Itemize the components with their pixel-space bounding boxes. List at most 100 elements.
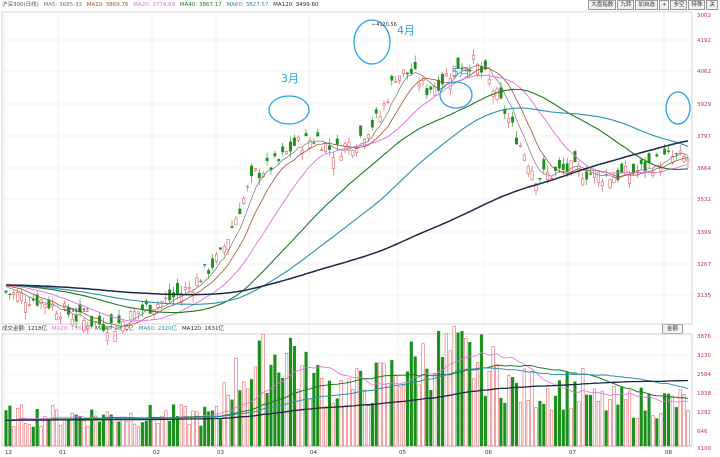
candle-body: [234, 218, 238, 226]
candle-body: [203, 264, 207, 266]
volume-bar: [327, 380, 332, 447]
volume-bar: [526, 400, 530, 447]
volume-bar: [592, 388, 597, 447]
time-tick-label: 06: [485, 450, 492, 456]
volume-bar: [238, 390, 242, 447]
volume-bar: [546, 388, 550, 447]
candle-body: [74, 315, 78, 322]
volume-bar: [659, 413, 663, 447]
annotations: 3月 4月 5月 ←4120.56 ←2935.83: [64, 19, 691, 314]
volume-bar: [468, 342, 472, 447]
volume-tick-label: 2584: [697, 372, 711, 378]
volume-bar: [401, 385, 406, 447]
candle-body: [20, 292, 24, 301]
candle-body: [526, 166, 530, 174]
volume-bar: [210, 410, 215, 447]
volume-bar: [8, 405, 12, 447]
volume-bar: [66, 420, 70, 447]
volume-bar: [456, 332, 460, 447]
price-tick-label: 3664: [697, 166, 711, 172]
candle-body: [600, 181, 604, 187]
candle-body: [257, 172, 261, 179]
volume-bar: [635, 417, 639, 447]
volume-bar: [343, 405, 347, 447]
volume-tick-label: X100: [697, 446, 712, 452]
volume-bar: [651, 415, 655, 447]
volume-bar: [70, 412, 74, 447]
candle-body: [628, 174, 631, 184]
candle-body: [246, 186, 250, 188]
volume-bar: [483, 395, 487, 447]
volume-bar: [542, 403, 546, 447]
candle-body: [374, 109, 378, 114]
volume-bar: [362, 389, 367, 447]
candle-body: [589, 173, 593, 175]
volume-bar: [550, 410, 554, 447]
annotation-label: 3月: [281, 72, 299, 85]
volume-bar: [624, 399, 628, 447]
volume-bar: [643, 410, 647, 447]
candle-body: [214, 254, 218, 262]
volume-bar: [394, 375, 398, 447]
candle-body: [686, 158, 690, 162]
volume-bar: [168, 420, 172, 447]
candle-body: [176, 282, 179, 295]
price-tick-label: 3135: [697, 293, 711, 299]
volume-bar: [565, 372, 569, 447]
volume-bar: [164, 410, 168, 447]
ma40-line: [5, 88, 689, 314]
candle-body: [242, 198, 246, 204]
volume-bar: [620, 387, 624, 447]
volume-bar: [16, 407, 20, 447]
volume-bar: [476, 362, 480, 447]
candle-body: [639, 159, 643, 165]
candle-body: [596, 171, 600, 183]
candle-body: [682, 156, 686, 163]
volume-bar: [78, 415, 82, 447]
volume-bar: [59, 424, 63, 447]
time-tick-label: 02: [153, 450, 160, 456]
volume-bar: [23, 423, 28, 447]
volume-bar: [437, 330, 441, 447]
ma5-line: [5, 65, 689, 329]
volume-bar: [413, 356, 417, 447]
candle-body: [359, 125, 363, 136]
volume-bar: [499, 397, 503, 447]
candle-body: [312, 142, 316, 144]
candle-body: [557, 159, 561, 169]
candle-body: [292, 137, 296, 146]
volume-bar: [518, 402, 522, 447]
volume-bar: [444, 333, 448, 447]
volume-bar: [666, 393, 671, 447]
volume-bar: [55, 409, 59, 447]
volume-tick-label: 1292: [697, 410, 711, 416]
price-tick-label: 4062: [697, 69, 711, 75]
candle-body: [663, 148, 667, 155]
candle-body: [320, 149, 324, 151]
candle-body: [207, 269, 211, 274]
volume-bar: [347, 378, 351, 447]
price-tick-label: 3532: [697, 197, 711, 203]
candle-body: [183, 286, 187, 290]
candle-body: [499, 87, 503, 99]
candle-body: [281, 146, 285, 153]
volume-bar: [261, 334, 265, 447]
candle-body: [59, 316, 63, 320]
volume-bar: [51, 405, 55, 447]
candle-body: [16, 292, 20, 302]
candle-body: [624, 166, 628, 176]
volume-axis: 3876 3230 2584 1938 1292 646 X100: [697, 334, 712, 452]
volume-bar: [4, 410, 8, 447]
volume-bar: [530, 371, 534, 447]
ma120-line: [6, 140, 689, 296]
candle-body: [370, 119, 374, 128]
volume-bar: [144, 420, 148, 447]
candle-body: [273, 153, 277, 157]
volume-bar: [674, 407, 678, 447]
volume-bar: [359, 370, 363, 447]
candle-body: [366, 134, 370, 139]
volume-bar: [203, 406, 207, 447]
candle-body: [444, 73, 448, 77]
candle-body: [129, 311, 133, 320]
candle-body: [398, 75, 402, 81]
